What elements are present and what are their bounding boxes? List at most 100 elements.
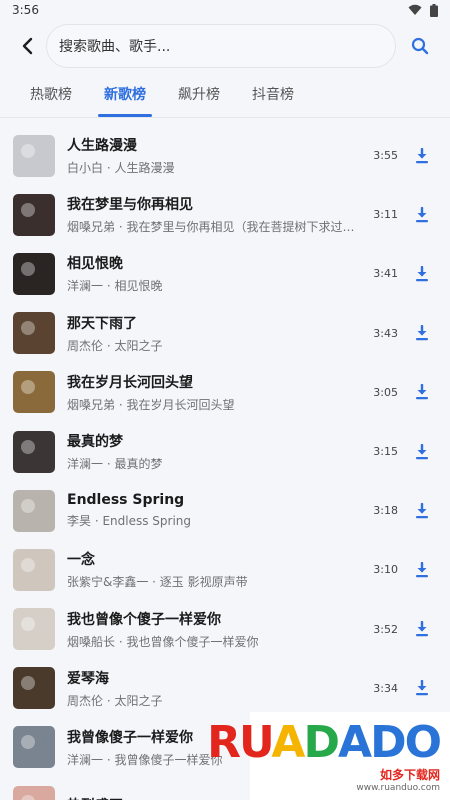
song-meta: 人生路漫漫 白小白 · 人生路漫漫 <box>67 135 362 176</box>
song-list: 人生路漫漫 白小白 · 人生路漫漫 3:55 我在梦里与你再相见 烟嗓兄弟 · … <box>0 118 450 800</box>
download-icon <box>416 384 428 400</box>
song-subtitle: 周杰伦 · 太阳之子 <box>67 338 163 353</box>
song-duration: 3:10 <box>373 563 398 577</box>
status-time: 3:56 <box>12 3 39 17</box>
search-icon <box>411 37 429 55</box>
tab-hot[interactable]: 热歌榜 <box>14 71 88 117</box>
tab-douyin[interactable]: 抖音榜 <box>236 71 310 117</box>
download-button[interactable] <box>408 556 436 584</box>
song-subtitle: 周杰伦 · 太阳之子 <box>67 693 163 708</box>
song-row[interactable]: 我在岁月长河回头望 烟嗓兄弟 · 我在岁月长河回头望 3:05 <box>0 363 450 422</box>
song-row[interactable]: 爱琴海 周杰伦 · 太阳之子 3:34 <box>0 659 450 718</box>
song-cover <box>13 548 55 591</box>
download-icon <box>416 147 428 163</box>
song-title: 我也曾像个傻子一样爱你 <box>67 611 221 628</box>
song-row[interactable]: 相见恨晚 洋澜一 · 相见恨晚 3:41 <box>0 244 450 303</box>
download-icon <box>416 265 428 282</box>
song-row[interactable]: 最真的梦 洋澜一 · 最真的梦 3:15 <box>0 422 450 481</box>
song-cover <box>13 193 55 236</box>
song-subtitle: 白小白 · 人生路漫漫 <box>67 161 175 176</box>
search-placeholder: 搜索歌曲、歌手... <box>59 39 171 55</box>
song-cover <box>13 726 55 769</box>
song-meta: 我在梦里与你再相见 烟嗓兄弟 · 我在梦里与你再相见（我在菩提树下求过签） <box>67 194 362 235</box>
song-subtitle: 烟嗓兄弟 · 我在岁月长河回头望 <box>67 397 235 412</box>
song-duration: 3:43 <box>373 326 398 340</box>
wifi-icon <box>408 4 422 15</box>
song-duration: 3:15 <box>373 445 398 459</box>
watermark-url: www.ruanduo.com <box>356 782 440 793</box>
download-button[interactable] <box>408 615 436 643</box>
song-cover <box>13 134 55 177</box>
song-title: 一念 <box>67 552 95 569</box>
song-meta: 那天下雨了 周杰伦 · 太阳之子 <box>67 313 362 354</box>
song-row[interactable]: Endless Spring 李昊 · Endless Spring 3:18 <box>0 481 450 540</box>
song-row[interactable]: 那天下雨了 周杰伦 · 太阳之子 3:43 <box>0 304 450 363</box>
download-icon <box>416 680 428 696</box>
download-icon <box>416 325 428 341</box>
status-icons <box>408 3 438 17</box>
song-duration: 3:52 <box>373 622 398 636</box>
song-title: 那天下雨了 <box>67 315 137 332</box>
download-button[interactable] <box>408 201 436 229</box>
song-cover <box>13 489 55 532</box>
song-cover <box>13 785 55 800</box>
tab-new[interactable]: 新歌榜 <box>88 71 162 117</box>
download-button[interactable] <box>408 319 436 347</box>
search-input[interactable]: 搜索歌曲、歌手... <box>46 24 396 68</box>
song-duration: 3:34 <box>373 681 398 695</box>
song-title: 我在岁月长河回头望 <box>67 374 193 391</box>
song-cover <box>13 252 55 295</box>
song-title: 最真的梦 <box>67 434 123 451</box>
watermark-text: 如多下载网 <box>379 767 440 782</box>
download-icon <box>416 621 428 637</box>
download-button[interactable] <box>408 438 436 466</box>
song-meta: 最真的梦 洋澜一 · 最真的梦 <box>67 431 362 472</box>
song-subtitle: 李昊 · Endless Spring <box>67 514 192 529</box>
song-duration: 3:18 <box>373 504 398 518</box>
song-row[interactable]: 我也曾像个傻子一样爱你 烟嗓船长 · 我也曾像个傻子一样爱你 3:52 <box>0 600 450 659</box>
download-button[interactable] <box>408 260 436 288</box>
status-bar: 3:56 <box>0 0 450 20</box>
battery-icon <box>430 3 438 17</box>
song-subtitle: 洋澜一 · 最真的梦 <box>67 457 163 472</box>
song-title: 爱琴海 <box>67 670 109 687</box>
song-subtitle: 张紫宁&李鑫一 · 逐玉 影视原声带 <box>67 575 248 590</box>
song-row[interactable]: 我在梦里与你再相见 烟嗓兄弟 · 我在梦里与你再相见（我在菩提树下求过签） 3:… <box>0 185 450 244</box>
back-arrow-icon <box>22 37 33 55</box>
download-button[interactable] <box>408 142 436 170</box>
song-meta: 一念 张紫宁&李鑫一 · 逐玉 影视原声带 <box>67 549 362 590</box>
tab-rising[interactable]: 飙升榜 <box>162 71 236 117</box>
song-title: 人生路漫漫 <box>67 138 137 155</box>
song-meta: 爱琴海 周杰伦 · 太阳之子 <box>67 668 362 709</box>
download-button[interactable] <box>408 378 436 406</box>
back-button[interactable] <box>14 31 40 61</box>
download-icon <box>416 561 428 578</box>
song-row[interactable]: 人生路漫漫 白小白 · 人生路漫漫 3:55 <box>0 126 450 185</box>
song-cover <box>13 667 55 710</box>
watermark-logo: RUADADO <box>207 716 442 768</box>
song-duration: 3:11 <box>373 208 398 222</box>
search-button[interactable] <box>400 26 440 66</box>
watermark: RUADADO 如多下载网 www.ruanduo.com <box>207 712 450 800</box>
song-meta: 相见恨晚 洋澜一 · 相见恨晚 <box>67 253 362 294</box>
download-icon <box>416 502 428 518</box>
song-title: 相见恨晚 <box>67 256 123 273</box>
song-cover <box>13 430 55 473</box>
song-cover <box>13 371 55 414</box>
song-duration: 3:41 <box>373 267 398 281</box>
download-button[interactable] <box>408 674 436 702</box>
song-title: 我在梦里与你再相见 <box>67 197 193 214</box>
song-meta: 我也曾像个傻子一样爱你 烟嗓船长 · 我也曾像个傻子一样爱你 <box>67 609 362 650</box>
song-cover <box>13 608 55 651</box>
song-subtitle: 烟嗓兄弟 · 我在梦里与你再相见（我在菩提树下求过签） <box>67 220 362 235</box>
song-row[interactable]: 一念 张紫宁&李鑫一 · 逐玉 影视原声带 3:10 <box>0 540 450 599</box>
download-icon <box>416 443 428 459</box>
song-meta: 我在岁月长河回头望 烟嗓兄弟 · 我在岁月长河回头望 <box>67 372 362 413</box>
chart-tabs: 热歌榜 新歌榜 飙升榜 抖音榜 <box>0 72 450 118</box>
song-subtitle: 烟嗓船长 · 我也曾像个傻子一样爱你 <box>67 634 259 649</box>
song-meta: Endless Spring 李昊 · Endless Spring <box>67 492 362 529</box>
download-button[interactable] <box>408 497 436 525</box>
song-title: Endless Spring <box>67 492 185 509</box>
song-duration: 3:55 <box>373 149 398 163</box>
song-subtitle: 洋澜一 · 相见恨晚 <box>67 279 163 294</box>
